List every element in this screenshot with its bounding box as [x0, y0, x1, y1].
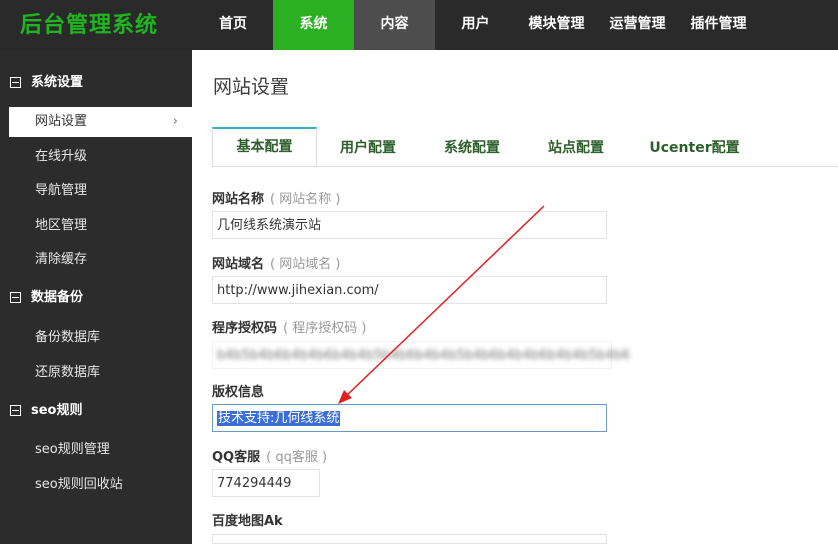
annotation-arrow [338, 205, 545, 404]
arrow-line [343, 205, 545, 399]
